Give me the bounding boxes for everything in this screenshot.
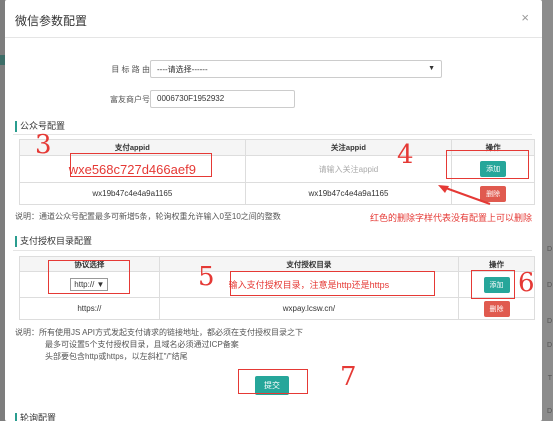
annotation-box-submit <box>238 369 308 394</box>
annotation-delete-hint: 红色的删除字样代表没有配置上可以删除 <box>370 213 533 223</box>
side-letter: D <box>546 408 552 415</box>
modal-title: 微信参数配置 <box>15 14 88 28</box>
side-letter: D <box>546 342 552 349</box>
close-icon[interactable]: × <box>521 10 529 25</box>
annotation-box-add-dir <box>471 270 515 299</box>
next-section-title: 轮询配置 <box>15 413 56 421</box>
side-letter: D <box>546 246 552 253</box>
auth-note-2: 最多可设置5个支付授权目录，且域名必须通过ICP备案 <box>45 340 239 349</box>
follow-appid-input[interactable]: 请输入关注appid <box>244 155 453 183</box>
side-letter: T <box>547 375 552 382</box>
annotation-number: 5 <box>198 262 215 292</box>
background-right: D D D D T D <box>541 0 553 421</box>
auth-note-3: 头部要包含http或https，以左斜杠"/"结尾 <box>45 352 188 361</box>
modal-header: 微信参数配置 × <box>5 0 542 38</box>
table-cell: wx19b47c4e4a9a1165 <box>244 182 453 205</box>
auth-note-1: 说明：所有使用JS API方式发起支付请求的链接地址，都必须在支付授权目录之下 <box>15 328 304 337</box>
official-note: 说明：通道公众号配置最多可新增5条，轮询权重允许输入0至10之间的整数 <box>15 212 281 221</box>
annotation-box-dir <box>230 271 435 296</box>
route-label: 目 标 路 由 <box>111 65 150 74</box>
annotation-box-appid <box>70 153 212 177</box>
route-row: 目 标 路 由 ----请选择------ ▼ <box>5 60 542 80</box>
annotation-number: 4 <box>397 140 414 170</box>
merchant-row: 富友商户号 0006730F1952932 <box>5 90 542 110</box>
divider <box>13 134 532 135</box>
route-select-value: ----请选择------ <box>157 65 208 74</box>
side-letter: D <box>546 318 552 325</box>
delete-dir-button[interactable]: 删除 <box>483 300 510 317</box>
auth-section-title: 支付授权目录配置 <box>15 236 92 247</box>
col-header-follow-appid: 关注appid <box>244 139 453 156</box>
annotation-box-add <box>446 150 529 179</box>
divider <box>13 250 532 251</box>
annotation-number: 7 <box>340 362 357 392</box>
table-cell: wx19b47c4e4a9a1165 <box>19 182 246 205</box>
chevron-down-icon: ▼ <box>428 65 435 72</box>
table-cell: wxpay.lcsw.cn/ <box>158 297 460 320</box>
wechat-config-modal: 微信参数配置 × 目 标 路 由 ----请选择------ ▼ 富友商户号 0… <box>5 0 542 421</box>
route-select[interactable]: ----请选择------ ▼ <box>150 60 442 78</box>
follow-appid-placeholder: 请输入关注appid <box>318 164 379 174</box>
annotation-number: 3 <box>35 130 52 160</box>
annotation-number: 6 <box>518 268 535 298</box>
merchant-input[interactable]: 0006730F1952932 <box>150 90 295 108</box>
del-cell: 删除 <box>458 297 535 320</box>
annotation-arrow <box>438 185 491 205</box>
annotation-box-protocol <box>48 260 130 294</box>
table-cell: https:// <box>19 297 160 320</box>
side-letter: D <box>546 282 552 289</box>
merchant-label: 富友商户号 <box>110 95 150 104</box>
